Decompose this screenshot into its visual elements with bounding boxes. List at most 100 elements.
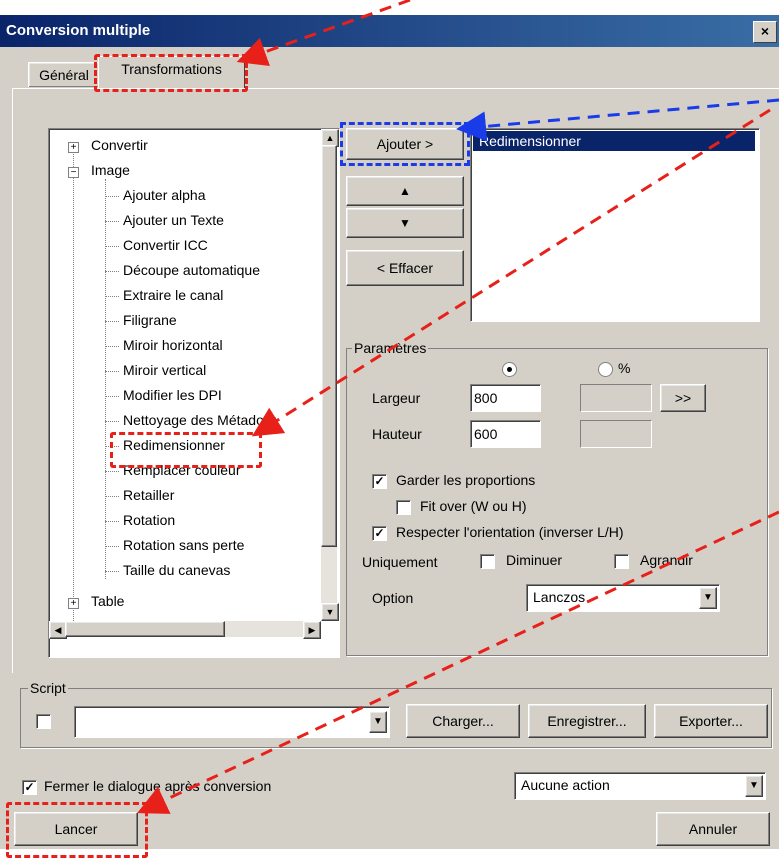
tree-content: + Convertir − Image Ajouter alpha Ajoute… <box>49 129 321 621</box>
tree-line <box>105 196 119 197</box>
height-label: Hauteur <box>372 426 422 442</box>
highlight-run-button <box>6 802 148 858</box>
tree-item-image[interactable]: Image <box>91 160 130 180</box>
tree-item-rotation[interactable]: Rotation <box>123 510 175 530</box>
tree-line <box>105 271 119 272</box>
respect-orientation-label: Respecter l'orientation (inverser L/H) <box>396 524 624 540</box>
selected-transform-list[interactable]: Redimensionner <box>470 128 760 322</box>
highlight-add-button <box>340 122 470 166</box>
scroll-thumb[interactable] <box>321 145 337 547</box>
chevron-down-icon[interactable]: ▼ <box>699 587 717 609</box>
highlight-tab-transformations <box>94 54 248 92</box>
tree-item-taille-canevas[interactable]: Taille du canevas <box>123 560 230 580</box>
close-after-checkbox[interactable]: ✓ <box>22 780 37 795</box>
tree-item-extraire-canal[interactable]: Extraire le canal <box>123 285 223 305</box>
fit-over-label: Fit over (W ou H) <box>420 498 527 514</box>
tree-line <box>105 346 119 347</box>
scroll-down-icon[interactable]: ▼ <box>321 603 339 621</box>
tree-item-retailler[interactable]: Retailler <box>123 485 174 505</box>
close-button[interactable]: × <box>753 21 777 43</box>
close-after-label: Fermer le dialogue après conversion <box>44 778 272 794</box>
save-script-button[interactable]: Enregistrer... <box>528 704 646 738</box>
tree-vertical-scrollbar[interactable]: ▲ ▼ <box>321 129 339 621</box>
action-value: Aucune action <box>521 777 610 793</box>
tree-line <box>105 396 119 397</box>
tree-item-filigrane[interactable]: Filigrane <box>123 310 177 330</box>
tree-item-convertir-icc[interactable]: Convertir ICC <box>123 235 208 255</box>
tab-general[interactable]: Général <box>28 62 100 87</box>
collapse-image-icon[interactable]: − <box>68 167 79 178</box>
tree-line <box>105 221 119 222</box>
move-down-button[interactable]: ▼ <box>346 208 464 238</box>
expand-table-icon[interactable]: + <box>68 598 79 609</box>
script-select[interactable]: ▼ <box>74 706 390 738</box>
tree-line <box>73 147 74 621</box>
tree-item-nettoyage[interactable]: Nettoyage des Métadonr <box>123 410 276 430</box>
top-margin <box>0 0 779 15</box>
keep-ratio-checkbox[interactable]: ✓ <box>372 474 387 489</box>
fit-over-checkbox[interactable] <box>396 500 411 515</box>
tree-horizontal-scrollbar[interactable]: ◀ ▶ <box>49 621 321 639</box>
tree-line <box>105 521 119 522</box>
action-select[interactable]: Aucune action ▼ <box>514 772 766 800</box>
more-button[interactable]: >> <box>660 384 706 412</box>
export-button[interactable]: Exporter... <box>654 704 768 738</box>
load-button[interactable]: Charger... <box>406 704 520 738</box>
tree-item-decoupe[interactable]: Découpe automatique <box>123 260 260 280</box>
tree-line <box>105 296 119 297</box>
cancel-button[interactable]: Annuler <box>656 812 770 846</box>
tree-line <box>105 571 119 572</box>
move-up-button[interactable]: ▲ <box>346 176 464 206</box>
tree-item-convertir[interactable]: Convertir <box>91 135 148 155</box>
tree-item-table[interactable]: Table <box>91 591 124 611</box>
tree-line <box>105 246 119 247</box>
percent-radio[interactable] <box>598 362 613 377</box>
tree-line <box>105 321 119 322</box>
tree-item-modifier-dpi[interactable]: Modifier les DPI <box>123 385 222 405</box>
script-title: Script <box>28 680 68 696</box>
title-bar: Conversion multiple × <box>0 15 779 47</box>
tree-line <box>105 471 119 472</box>
respect-orientation-checkbox[interactable]: ✓ <box>372 526 387 541</box>
chevron-down-icon[interactable]: ▼ <box>745 775 763 797</box>
width-label: Largeur <box>372 390 421 406</box>
tab-general-label: Général <box>39 67 89 83</box>
list-item[interactable]: Redimensionner <box>473 131 755 151</box>
increase-checkbox[interactable] <box>614 554 629 569</box>
tree-item-ajouter-alpha[interactable]: Ajouter alpha <box>123 185 206 205</box>
decrease-checkbox[interactable] <box>480 554 495 569</box>
transform-tree[interactable]: + Convertir − Image Ajouter alpha Ajoute… <box>48 128 340 658</box>
only-label: Uniquement <box>362 554 438 570</box>
clear-button[interactable]: < Effacer <box>346 250 464 286</box>
width-input[interactable]: 800 <box>470 384 541 412</box>
height-input[interactable]: 600 <box>470 420 541 448</box>
tree-item-miroir-horizontal[interactable]: Miroir horizontal <box>123 335 223 355</box>
option-value: Lanczos <box>533 589 586 605</box>
expand-convertir-icon[interactable]: + <box>68 142 79 153</box>
decrease-label: Diminuer <box>506 552 563 568</box>
scroll-thumb-h[interactable] <box>65 621 225 637</box>
height-percent-input <box>580 420 652 448</box>
chevron-down-icon[interactable]: ▼ <box>369 711 387 733</box>
percent-radio-label: % <box>618 360 631 376</box>
tree-line <box>105 496 119 497</box>
tree-line <box>105 546 119 547</box>
window-title: Conversion multiple <box>6 22 151 39</box>
tree-item-miroir-vertical[interactable]: Miroir vertical <box>123 360 206 380</box>
tree-line <box>105 421 119 422</box>
option-select[interactable]: Lanczos ▼ <box>526 584 720 612</box>
keep-ratio-label: Garder les proportions <box>396 472 536 488</box>
radio-dot <box>507 367 512 372</box>
tree-item-ajouter-texte[interactable]: Ajouter un Texte <box>123 210 224 230</box>
option-label: Option <box>372 590 414 606</box>
tree-line <box>105 179 106 579</box>
tree-line <box>105 371 119 372</box>
pixel-radio[interactable] <box>502 362 517 377</box>
increase-label: Agrandir <box>640 552 693 568</box>
script-checkbox[interactable] <box>36 714 51 729</box>
width-percent-input <box>580 384 652 412</box>
tree-item-rotation-sans-perte[interactable]: Rotation sans perte <box>123 535 244 555</box>
scroll-right-icon[interactable]: ▶ <box>303 621 321 639</box>
highlight-redimensionner <box>110 432 262 468</box>
parameters-title: Paramètres <box>352 340 429 356</box>
